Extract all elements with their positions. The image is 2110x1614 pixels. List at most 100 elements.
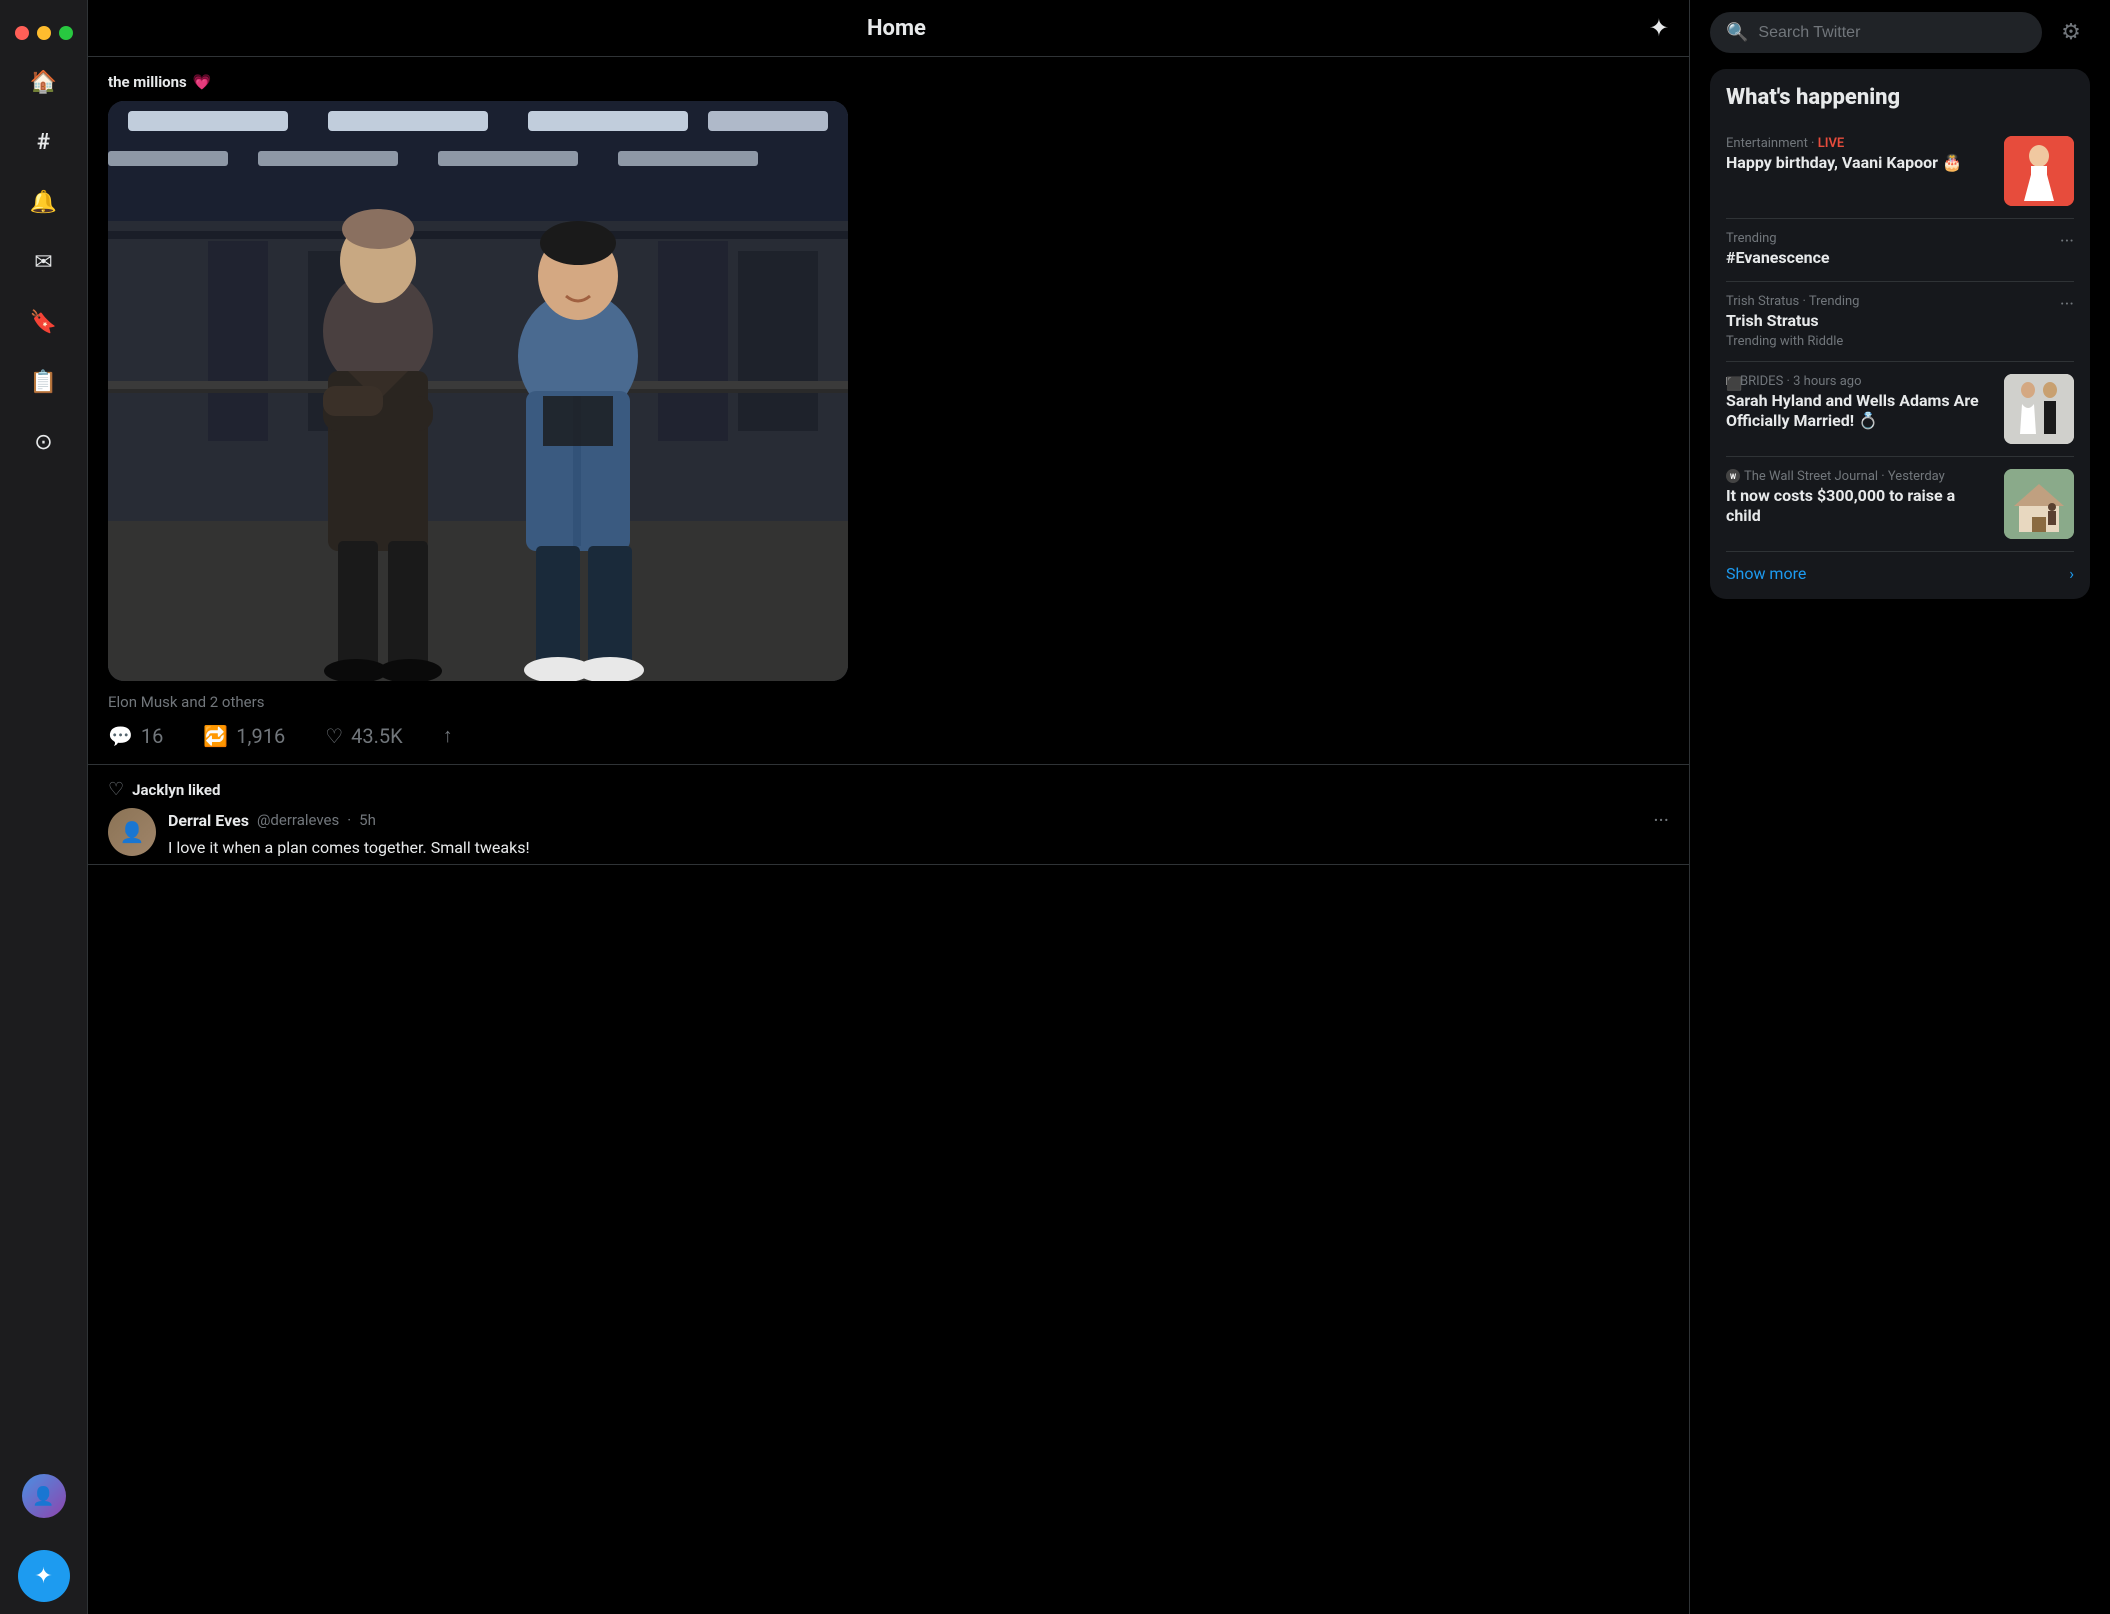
trending-label-wsj: W The Wall Street Journal · Yesterday bbox=[1726, 469, 1992, 484]
compose-button[interactable]: ✦ bbox=[18, 1550, 70, 1602]
whats-happening-panel: What's happening Entertainment · LIVE Ha… bbox=[1710, 69, 2090, 599]
author-identity: Derral Eves @derraleves · 5h bbox=[168, 811, 376, 830]
traffic-light-green[interactable] bbox=[59, 26, 73, 40]
trending-main-text-trish: Trish Stratus bbox=[1726, 311, 2060, 332]
sidebar-item-home[interactable]: 🏠 bbox=[18, 56, 70, 108]
liked-heart-icon: ♡ bbox=[108, 779, 124, 800]
trending-item-vaani[interactable]: Entertainment · LIVE Happy birthday, Vaa… bbox=[1726, 124, 2074, 219]
trending-item-trish[interactable]: Trish Stratus · Trending Trish Stratus T… bbox=[1726, 282, 2074, 362]
trending-label-sarah: ⬛ BRIDES · 3 hours ago bbox=[1726, 374, 1992, 389]
reply-icon: 💬 bbox=[108, 724, 133, 748]
retweet-action[interactable]: 🔁 1,916 bbox=[203, 724, 285, 748]
settings-button[interactable]: ⚙ bbox=[2052, 14, 2090, 52]
trending-main-text: Happy birthday, Vaani Kapoor 🎂 bbox=[1726, 153, 1992, 174]
trending-item-trish-info: Trish Stratus · Trending Trish Stratus T… bbox=[1726, 294, 2060, 349]
right-sidebar: 🔍 ⚙ What's happening Entertainment · LIV… bbox=[1690, 0, 2110, 1614]
house-svg bbox=[2004, 469, 2074, 539]
trending-main-text-evanescence: #Evanescence bbox=[1726, 248, 2060, 269]
trending-label-evanescence: Trending bbox=[1726, 231, 2060, 246]
svg-text:W: W bbox=[1730, 473, 1737, 481]
trending-image-wsj bbox=[2004, 469, 2074, 539]
tweet-more-button[interactable]: ··· bbox=[1653, 808, 1669, 832]
sidebar-item-lists[interactable]: 📋 bbox=[18, 356, 70, 408]
trending-item-trish-actions: ··· bbox=[2060, 294, 2074, 315]
trending-item-actions: ··· bbox=[2060, 231, 2074, 252]
liked-by-label: ♡ Jacklyn liked bbox=[108, 779, 1669, 800]
settings-icon: ⚙ bbox=[2061, 20, 2081, 45]
share-action[interactable]: ↑ bbox=[443, 723, 453, 748]
tweet-time: · bbox=[347, 811, 351, 829]
feed-header: Home ✦ bbox=[88, 0, 1689, 57]
vaani-image-placeholder bbox=[2004, 136, 2074, 206]
author-name: Derral Eves bbox=[168, 811, 249, 830]
tweet-text: I love it when a plan comes together. Sm… bbox=[168, 836, 1669, 860]
trending-sub-trish: Trending with Riddle bbox=[1726, 334, 2060, 349]
trending-item-wsj-info: W The Wall Street Journal · Yesterday It… bbox=[1726, 469, 1992, 528]
trending-label-trish: Trish Stratus · Trending bbox=[1726, 294, 2060, 309]
sidebar-item-messages[interactable]: ✉ bbox=[18, 236, 70, 288]
retweet-icon: 🔁 bbox=[203, 724, 228, 748]
trending-image-vaani bbox=[2004, 136, 2074, 206]
wedding-svg bbox=[2004, 374, 2074, 444]
avatar[interactable]: 👤 bbox=[22, 1474, 66, 1518]
sidebar: 🏠 # 🔔 ✉ 🔖 📋 ⊙ 👤 ✦ bbox=[0, 0, 88, 1614]
search-input[interactable] bbox=[1758, 24, 2026, 42]
compose-icon: ✦ bbox=[34, 1564, 52, 1589]
like-action[interactable]: ♡ 43.5K bbox=[325, 724, 402, 748]
house-image-placeholder bbox=[2004, 469, 2074, 539]
traffic-lights bbox=[0, 12, 87, 48]
tweet-context: the millions 💗 bbox=[108, 73, 1669, 91]
sidebar-item-circles[interactable]: ⊙ bbox=[18, 416, 70, 468]
trending-item-sarah-info: ⬛ BRIDES · 3 hours ago Sarah Hyland and … bbox=[1726, 374, 1992, 433]
trending-main-text-sarah: Sarah Hyland and Wells Adams Are Officia… bbox=[1726, 391, 1992, 433]
trending-image-sarah bbox=[2004, 374, 2074, 444]
tweet-author-row: 👤 Derral Eves @derraleves · 5h ··· I lov… bbox=[108, 808, 1669, 860]
tweet-context-text: the millions bbox=[108, 73, 187, 91]
traffic-light-yellow[interactable] bbox=[37, 26, 51, 40]
trending-label: Entertainment · LIVE bbox=[1726, 136, 1992, 151]
feed-content: the millions 💗 bbox=[88, 57, 1689, 1614]
like-icon: ♡ bbox=[325, 724, 343, 748]
search-row: 🔍 ⚙ bbox=[1710, 12, 2090, 53]
show-more-label: Show more bbox=[1726, 564, 1806, 583]
search-icon: 🔍 bbox=[1726, 22, 1748, 43]
sidebar-item-bookmarks[interactable]: 🔖 bbox=[18, 296, 70, 348]
tweet-image[interactable] bbox=[108, 101, 848, 681]
traffic-light-red[interactable] bbox=[15, 26, 29, 40]
vaani-svg bbox=[2004, 136, 2074, 206]
trending-main-text-wsj: It now costs $300,000 to raise a child bbox=[1726, 486, 1992, 528]
liked-tweet-section: ♡ Jacklyn liked 👤 Derral Eves @derraleve… bbox=[88, 765, 1689, 865]
page-title: Home bbox=[867, 16, 926, 41]
tweet-caption: Elon Musk and 2 others bbox=[108, 693, 1669, 711]
trending-item-evanescence-info: Trending #Evanescence bbox=[1726, 231, 2060, 269]
tweet-photo bbox=[108, 101, 848, 681]
sidebar-item-explore[interactable]: # bbox=[18, 116, 70, 168]
search-bar[interactable]: 🔍 bbox=[1710, 12, 2042, 53]
reply-action[interactable]: 💬 16 bbox=[108, 724, 163, 748]
retweet-count: 1,916 bbox=[236, 724, 285, 748]
more-options-icon-trish[interactable]: ··· bbox=[2060, 294, 2074, 315]
reply-count: 16 bbox=[141, 724, 163, 748]
show-more-arrow: › bbox=[2069, 564, 2074, 583]
wsj-logo-icon: W bbox=[1726, 469, 1740, 483]
sidebar-item-notifications[interactable]: 🔔 bbox=[18, 176, 70, 228]
more-options-icon[interactable]: ··· bbox=[2060, 231, 2074, 252]
share-icon: ↑ bbox=[443, 723, 453, 748]
trending-item-wsj[interactable]: W The Wall Street Journal · Yesterday It… bbox=[1726, 457, 2074, 552]
heart-emoji: 💗 bbox=[193, 73, 212, 91]
tweet-age: 5h bbox=[359, 811, 376, 829]
show-more-button[interactable]: Show more › bbox=[1726, 552, 2074, 583]
sparkle-button[interactable]: ✦ bbox=[1649, 14, 1669, 42]
author-avatar[interactable]: 👤 bbox=[108, 808, 156, 856]
liked-by-name: Jacklyn liked bbox=[132, 781, 220, 799]
trending-item-sarah[interactable]: ⬛ BRIDES · 3 hours ago Sarah Hyland and … bbox=[1726, 362, 2074, 457]
author-name-row: Derral Eves @derraleves · 5h ··· bbox=[168, 808, 1669, 832]
trending-item-evanescence[interactable]: Trending #Evanescence ··· bbox=[1726, 219, 2074, 282]
tweet-item: the millions 💗 bbox=[88, 57, 1689, 765]
brides-dot: ⬛ bbox=[1726, 377, 1734, 385]
trending-item-vaani-info: Entertainment · LIVE Happy birthday, Vaa… bbox=[1726, 136, 1992, 174]
background-svg bbox=[108, 101, 848, 681]
wedding-image-placeholder bbox=[2004, 374, 2074, 444]
like-count: 43.5K bbox=[351, 724, 403, 748]
tweet-actions: 💬 16 🔁 1,916 ♡ 43.5K ↑ bbox=[108, 723, 1669, 748]
